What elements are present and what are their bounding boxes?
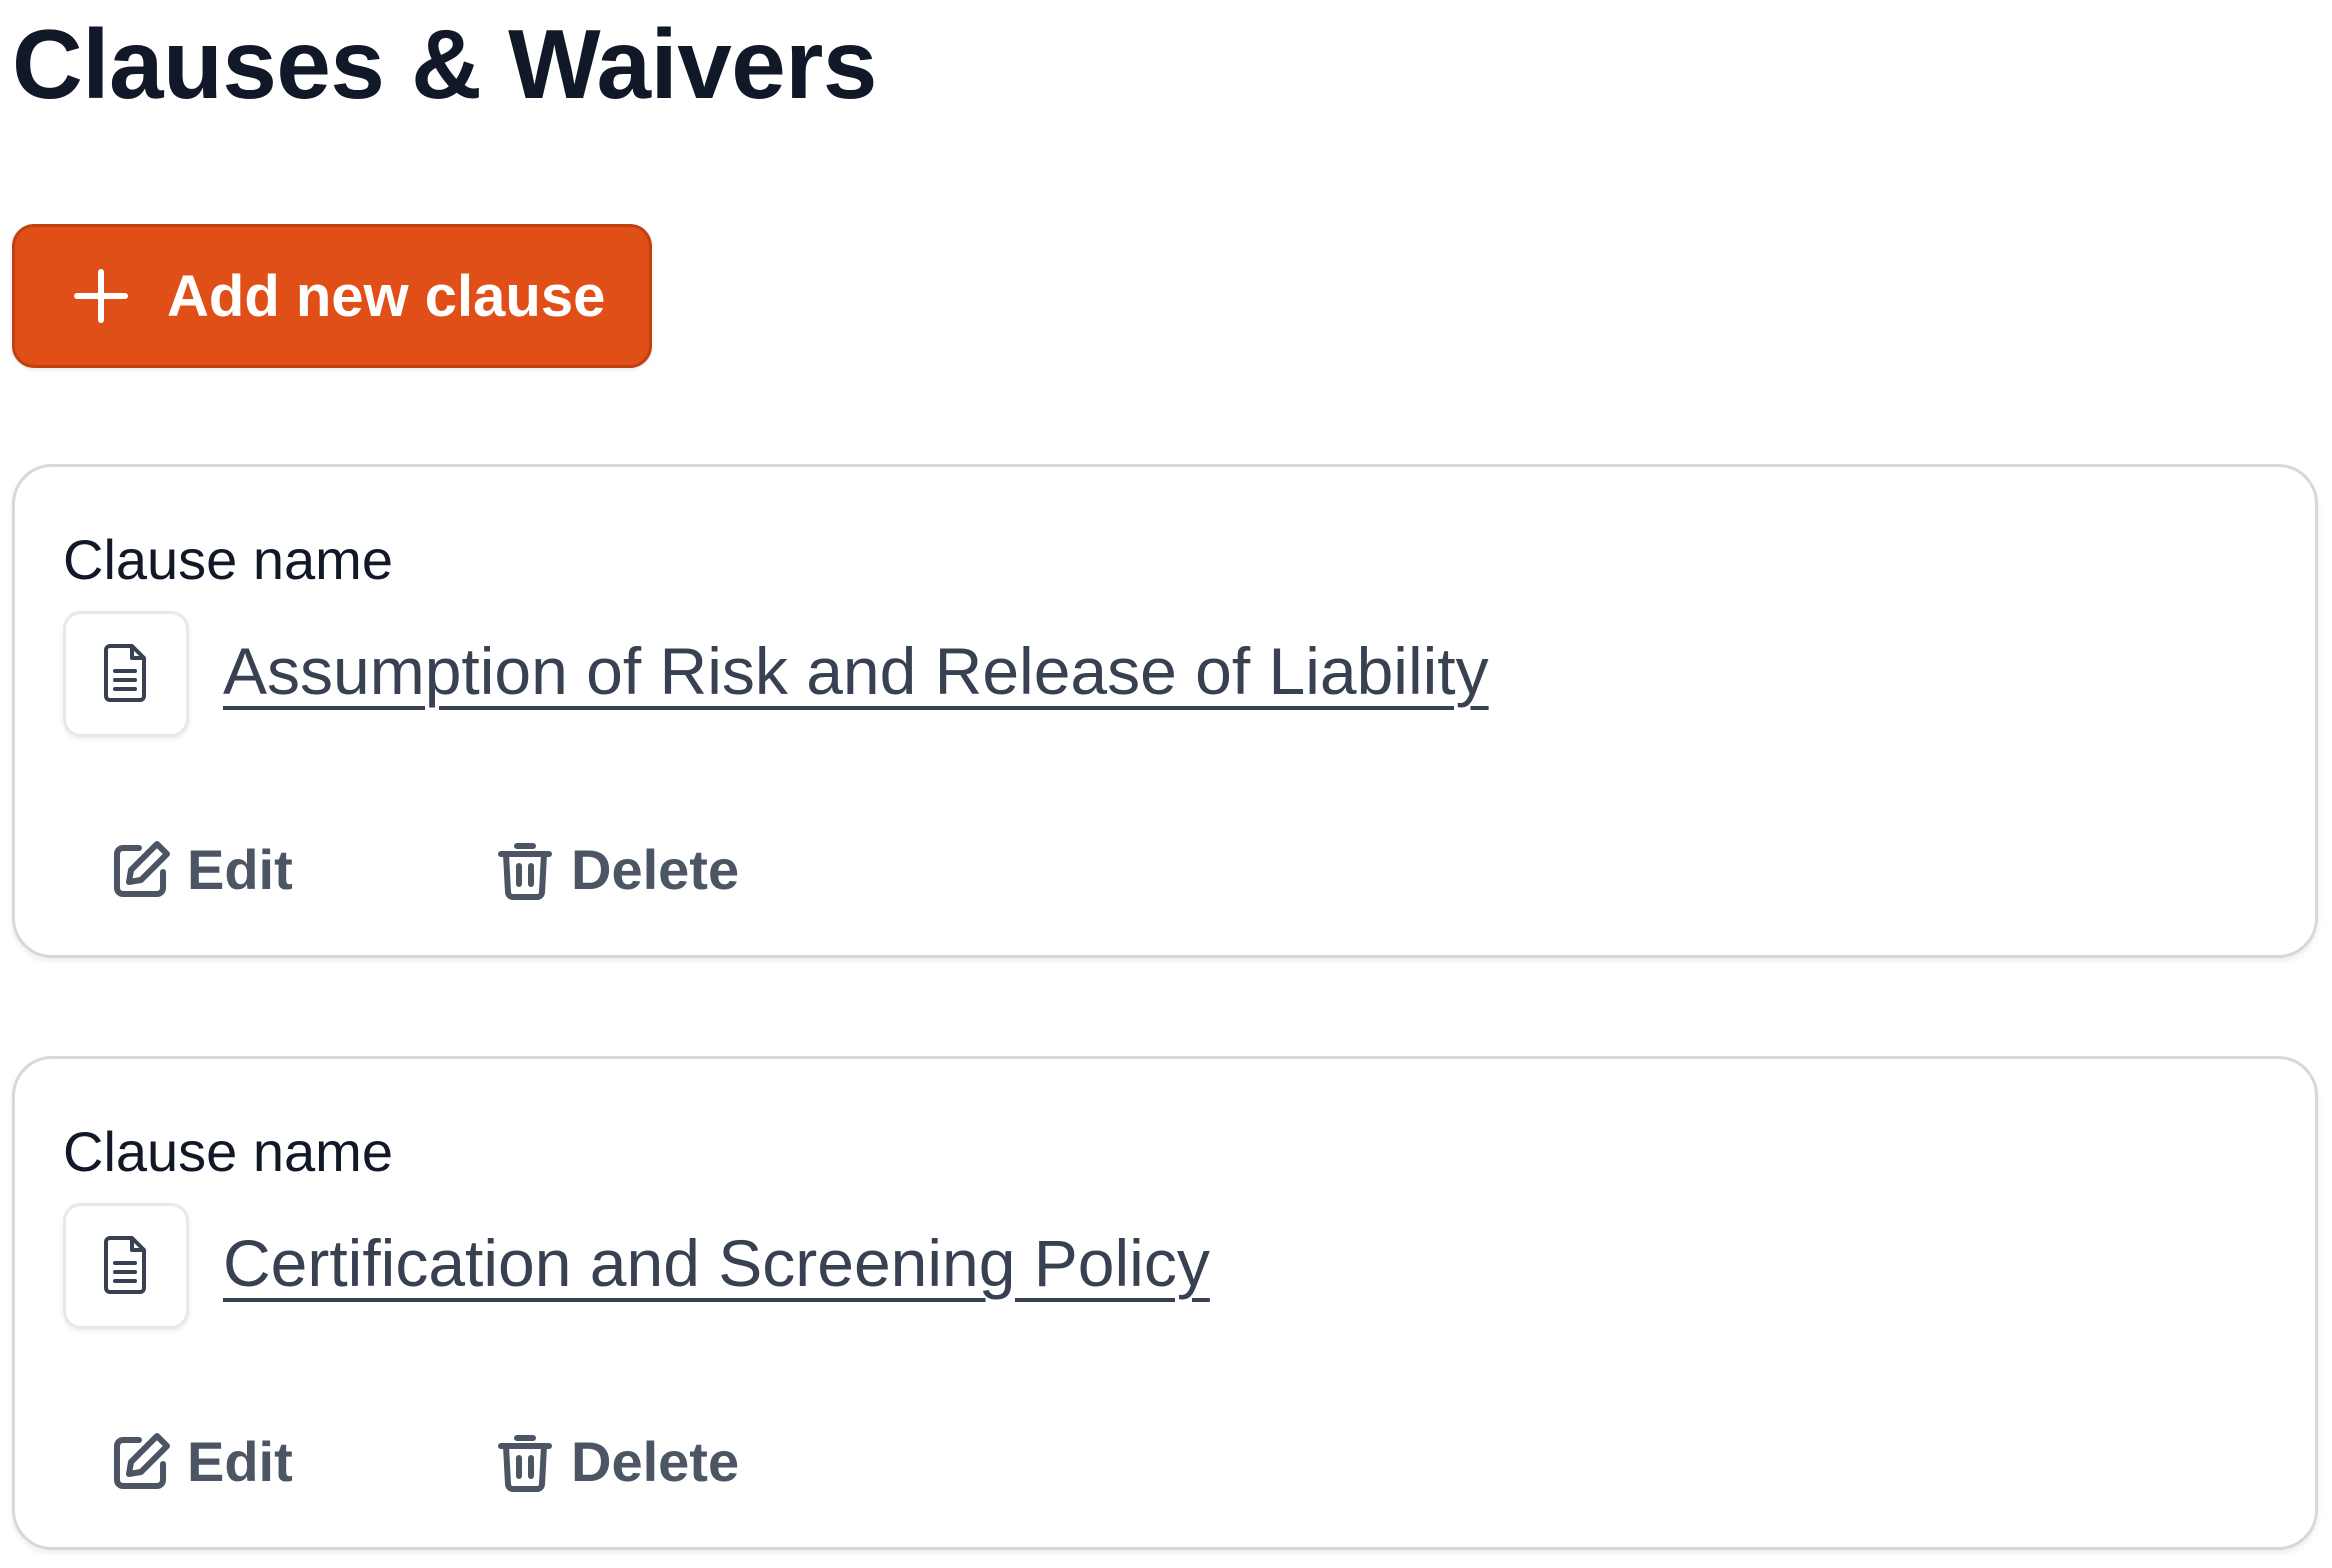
edit-icon [109, 838, 173, 902]
trash-icon [493, 1430, 557, 1494]
page: Clauses & Waivers Add new clause Clause … [0, 0, 2332, 1568]
clause-name-link[interactable]: Certification and Screening Policy [223, 1225, 1210, 1301]
edit-label: Edit [187, 838, 293, 901]
clause-document-thumbnail[interactable] [63, 611, 189, 737]
delete-label: Delete [571, 1430, 740, 1493]
add-new-clause-button[interactable]: Add new clause [12, 224, 652, 368]
edit-icon [109, 1430, 173, 1494]
clause-card: Clause name Certification and Screening … [12, 1056, 2318, 1550]
delete-label: Delete [571, 838, 740, 901]
plus-icon [69, 264, 133, 328]
add-new-clause-label: Add new clause [167, 263, 606, 329]
clause-card: Clause name Assumption of Risk and Relea… [12, 464, 2318, 958]
edit-button[interactable]: Edit [109, 1429, 293, 1494]
clause-document-thumbnail[interactable] [63, 1203, 189, 1329]
trash-icon [493, 838, 557, 902]
delete-button[interactable]: Delete [493, 837, 739, 902]
document-icon [96, 1232, 156, 1301]
edit-button[interactable]: Edit [109, 837, 293, 902]
clause-name-label: Clause name [63, 1120, 393, 1183]
edit-label: Edit [187, 1430, 293, 1493]
delete-button[interactable]: Delete [493, 1429, 739, 1494]
clause-name-label: Clause name [63, 528, 393, 591]
document-icon [96, 640, 156, 709]
clause-name-link[interactable]: Assumption of Risk and Release of Liabil… [223, 633, 1489, 709]
page-title: Clauses & Waivers [12, 9, 877, 119]
